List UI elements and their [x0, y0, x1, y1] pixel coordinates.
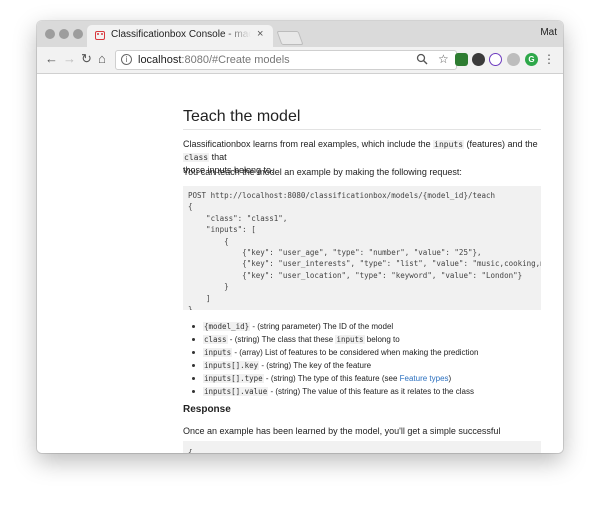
close-tab-icon[interactable]: ×	[257, 28, 263, 40]
list-item: inputs[].value - (string) The value of t…	[183, 385, 541, 398]
extension-cloud-icon[interactable]	[507, 53, 520, 66]
grammarly-icon[interactable]: G	[525, 53, 538, 66]
profile-name[interactable]: Mat	[540, 27, 557, 38]
page-title: Teach the model	[183, 108, 301, 125]
home-icon[interactable]: ⌂	[98, 51, 106, 67]
browser-window: Classificationbox Console - machinebox ×…	[37, 21, 563, 453]
address-url[interactable]: localhost:8080/#Create models	[138, 54, 290, 66]
reload-icon[interactable]: ↻	[81, 51, 92, 67]
parameter-list: {model_id} - (string parameter) The ID o…	[183, 320, 541, 398]
tab-strip: Classificationbox Console - machinebox ×…	[37, 21, 563, 47]
address-bar[interactable]: i localhost:8080/#Create models ☆	[115, 50, 457, 70]
close-window-button[interactable]	[45, 29, 55, 39]
request-intro-text: You can teach the model an example by ma…	[183, 167, 462, 177]
extension-dark-icon[interactable]	[472, 53, 485, 66]
machinebox-icon	[95, 31, 105, 40]
info-icon[interactable]: i	[121, 54, 132, 65]
minimize-window-button[interactable]	[59, 29, 69, 39]
list-item: inputs - (array) List of features to be …	[183, 346, 541, 359]
maximize-window-button[interactable]	[73, 29, 83, 39]
response-code-block: { "success": true }	[183, 441, 541, 453]
extension-target-icon[interactable]	[489, 53, 502, 66]
page-content: Teach the model Classificationbox learns…	[37, 74, 563, 453]
feature-types-link[interactable]: Feature types	[400, 374, 449, 383]
active-tab[interactable]: Classificationbox Console - machinebox ×	[87, 25, 273, 47]
extension-icon[interactable]	[455, 53, 468, 66]
list-item: class - (string) The class that these in…	[183, 333, 541, 346]
request-code-block: POST http://localhost:8080/classificatio…	[183, 186, 541, 310]
tab-title: Classificationbox Console - machinebox	[111, 29, 251, 40]
browser-toolbar: ← → ↻ ⌂ i localhost:8080/#Create models …	[37, 47, 563, 74]
list-item: inputs[].type - (string) The type of thi…	[183, 372, 541, 385]
zoom-magnifier-icon[interactable]	[416, 53, 428, 68]
forward-arrow-icon[interactable]: →	[63, 51, 76, 67]
response-heading: Response	[183, 404, 231, 415]
list-item: inputs[].key - (string) The key of the f…	[183, 359, 541, 372]
bookmark-star-icon[interactable]: ☆	[438, 52, 449, 66]
list-item: {model_id} - (string parameter) The ID o…	[183, 320, 541, 333]
new-tab-button[interactable]	[276, 31, 304, 45]
back-arrow-icon[interactable]: ←	[45, 51, 58, 67]
menu-kebab-icon[interactable]: ⋮	[543, 52, 555, 66]
heading-divider	[183, 129, 541, 130]
